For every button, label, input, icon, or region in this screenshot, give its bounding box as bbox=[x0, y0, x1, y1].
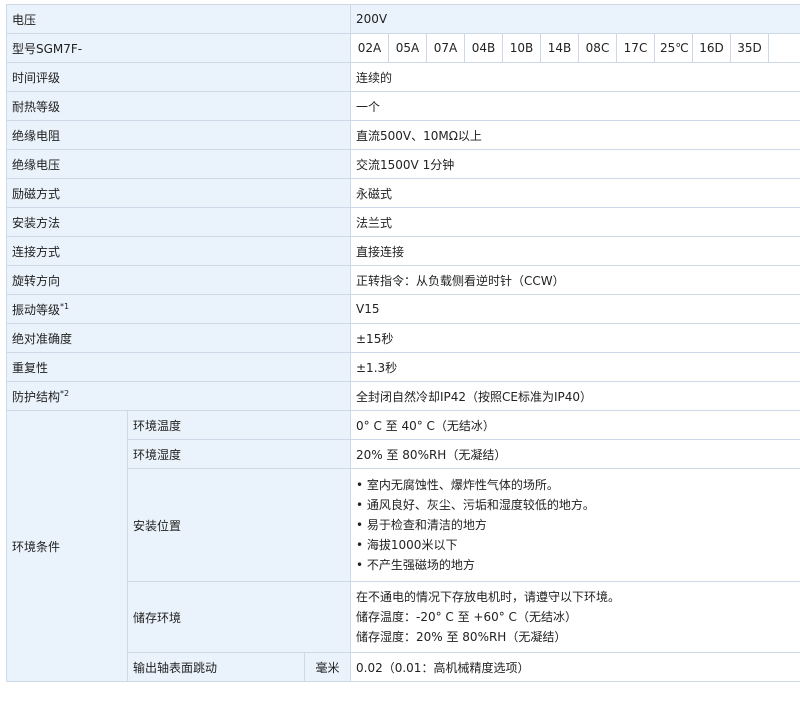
row-value: V15 bbox=[351, 295, 800, 324]
runout-unit: 毫米 bbox=[305, 653, 351, 682]
row-label: 连接方式 bbox=[7, 237, 351, 266]
env-row-temperature: 环境条件 环境温度 0° C 至 40° C（无结冰） bbox=[7, 411, 800, 440]
row-label: 旋转方向 bbox=[7, 266, 351, 295]
row-label: 型号SGM7F- bbox=[7, 34, 351, 63]
model-cell: 05A bbox=[389, 34, 427, 63]
footnote-marker: *1 bbox=[60, 302, 69, 311]
spec-row-voltage: 电压 200V bbox=[7, 5, 800, 34]
row-value: ±1.3秒 bbox=[351, 353, 800, 382]
row-value: 全封闭自然冷却IP42（按照CE标准为IP40） bbox=[351, 382, 800, 411]
row-value: ±15秒 bbox=[351, 324, 800, 353]
list-item: 室内无腐蚀性、爆炸性气体的场所。 bbox=[356, 475, 800, 495]
runout-label: 输出轴表面跳动 bbox=[128, 653, 305, 682]
env-value: 20% 至 80%RH（无凝结） bbox=[351, 440, 800, 469]
env-sub-label: 环境湿度 bbox=[128, 440, 351, 469]
env-group-label: 环境条件 bbox=[7, 411, 128, 682]
list-item: 通风良好、灰尘、污垢和湿度较低的地方。 bbox=[356, 495, 800, 515]
env-location-list: 室内无腐蚀性、爆炸性气体的场所。 通风良好、灰尘、污垢和湿度较低的地方。 易于检… bbox=[351, 469, 800, 582]
model-cell: 25℃ bbox=[655, 34, 693, 63]
row-value: 正转指令：从负载侧看逆时针（CCW） bbox=[351, 266, 800, 295]
spec-row: 旋转方向 正转指令：从负载侧看逆时针（CCW） bbox=[7, 266, 800, 295]
row-value: 连续的 bbox=[351, 63, 800, 92]
row-label: 重复性 bbox=[7, 353, 351, 382]
storage-line: 储存湿度：20% 至 80%RH（无凝结） bbox=[356, 627, 800, 647]
model-cell: 04B bbox=[465, 34, 503, 63]
env-storage-text: 在不通电的情况下存放电机时，请遵守以下环境。 储存温度：-20° C 至 +60… bbox=[351, 582, 800, 653]
spec-row: 励磁方式 永磁式 bbox=[7, 179, 800, 208]
spec-row: 连接方式 直接连接 bbox=[7, 237, 800, 266]
list-item: 海拔1000米以下 bbox=[356, 535, 800, 555]
row-label: 励磁方式 bbox=[7, 179, 351, 208]
row-label-with-note: 振动等级*1 bbox=[7, 295, 351, 324]
spec-table: 电压 200V 型号SGM7F- 02A 05A 07A 04B 10B 14B… bbox=[6, 4, 800, 682]
list-item: 易于检查和清洁的地方 bbox=[356, 515, 800, 535]
env-sub-label: 储存环境 bbox=[128, 582, 351, 653]
spec-row: 防护结构*2 全封闭自然冷却IP42（按照CE标准为IP40） bbox=[7, 382, 800, 411]
runout-value: 0.02（0.01：高机械精度选项） bbox=[351, 653, 800, 682]
spec-row: 绝对准确度 ±15秒 bbox=[7, 324, 800, 353]
spec-row: 时间评级 连续的 bbox=[7, 63, 800, 92]
row-value: 直接连接 bbox=[351, 237, 800, 266]
model-cell: 35D bbox=[731, 34, 769, 63]
spec-row: 振动等级*1 V15 bbox=[7, 295, 800, 324]
model-cell: 08C bbox=[579, 34, 617, 63]
row-label-text: 防护结构 bbox=[12, 390, 60, 404]
row-value: 一个 bbox=[351, 92, 800, 121]
spec-row: 重复性 ±1.3秒 bbox=[7, 353, 800, 382]
list-item: 不产生强磁场的地方 bbox=[356, 555, 800, 575]
row-label-with-note: 防护结构*2 bbox=[7, 382, 351, 411]
row-label: 绝对准确度 bbox=[7, 324, 351, 353]
row-label: 耐热等级 bbox=[7, 92, 351, 121]
spec-row-model: 型号SGM7F- 02A 05A 07A 04B 10B 14B 08C 17C… bbox=[7, 34, 800, 63]
storage-line: 储存温度：-20° C 至 +60° C（无结冰） bbox=[356, 607, 800, 627]
model-cell: 02A bbox=[351, 34, 389, 63]
row-value: 法兰式 bbox=[351, 208, 800, 237]
row-label: 安装方法 bbox=[7, 208, 351, 237]
row-label-text: 振动等级 bbox=[12, 303, 60, 317]
spec-row: 耐热等级 一个 bbox=[7, 92, 800, 121]
row-value: 交流1500V 1分钟 bbox=[351, 150, 800, 179]
row-label: 绝缘电阻 bbox=[7, 121, 351, 150]
row-label: 电压 bbox=[7, 5, 351, 34]
storage-line: 在不通电的情况下存放电机时，请遵守以下环境。 bbox=[356, 587, 800, 607]
row-label: 绝缘电压 bbox=[7, 150, 351, 179]
row-value: 200V bbox=[351, 5, 800, 34]
row-value: 永磁式 bbox=[351, 179, 800, 208]
row-value: 直流500V、10MΩ以上 bbox=[351, 121, 800, 150]
model-cell: 07A bbox=[427, 34, 465, 63]
model-cell: 17C bbox=[617, 34, 655, 63]
row-label: 时间评级 bbox=[7, 63, 351, 92]
spec-row: 绝缘电阻 直流500V、10MΩ以上 bbox=[7, 121, 800, 150]
model-cell: 16D bbox=[693, 34, 731, 63]
footnote-marker: *2 bbox=[60, 389, 69, 398]
model-cell: 10B bbox=[503, 34, 541, 63]
env-sub-label: 环境温度 bbox=[128, 411, 351, 440]
spec-row: 安装方法 法兰式 bbox=[7, 208, 800, 237]
model-cell: 14B bbox=[541, 34, 579, 63]
spec-row: 绝缘电压 交流1500V 1分钟 bbox=[7, 150, 800, 179]
env-sub-label: 安装位置 bbox=[128, 469, 351, 582]
env-value: 0° C 至 40° C（无结冰） bbox=[351, 411, 800, 440]
